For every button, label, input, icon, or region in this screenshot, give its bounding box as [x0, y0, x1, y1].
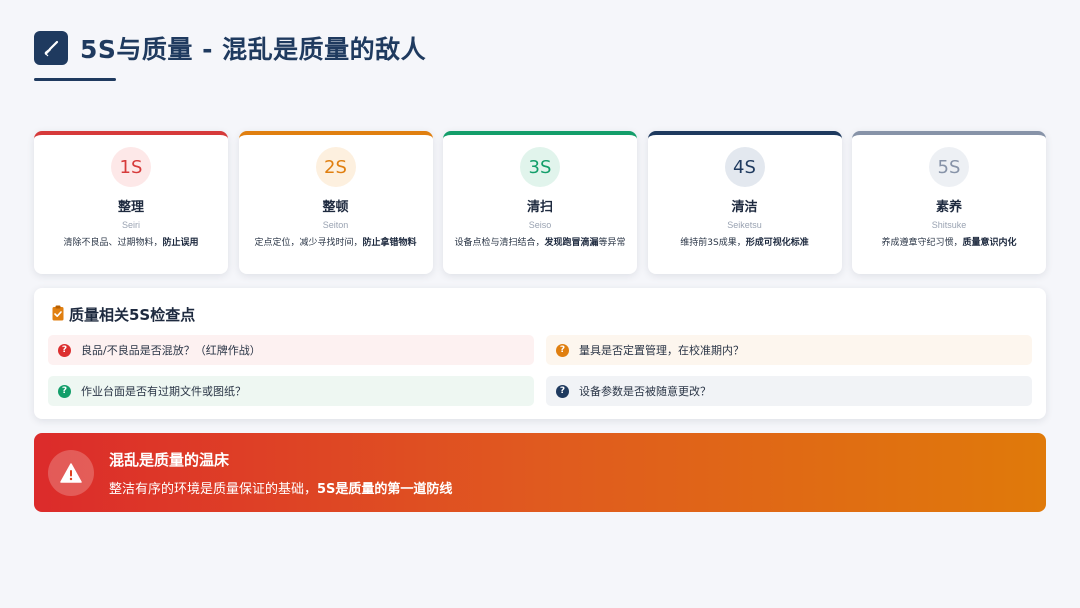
warning-triangle-icon: [48, 449, 94, 496]
card-romaji: Seiso: [528, 220, 552, 230]
page-header: 5S与质量 - 混乱是质量的敌人: [34, 30, 426, 66]
warning-banner: 混乱是质量的温床 整洁有序的环境是质量保证的基础，5S是质量的第一道防线: [34, 433, 1046, 512]
badge-1s: 1S: [111, 147, 151, 187]
badge-2s: 2S: [315, 147, 356, 187]
question-circle-icon: ?: [556, 384, 569, 398]
card-name: 清扫: [526, 200, 553, 215]
checkpoint-title: 质量相关5S检查点: [52, 304, 195, 325]
page-title: 5S与质量 - 混乱是质量的敌人: [80, 35, 427, 64]
card-desc: 定点定位，减少寻找时间，防止拿错物料: [254, 238, 417, 248]
card-name: 整顿: [322, 200, 349, 215]
checkpoint-item: ? 作业台面是否有过期文件或图纸？: [48, 376, 534, 406]
card-romaji: Seiton: [322, 220, 349, 230]
question-circle-icon: ?: [58, 384, 71, 398]
badge-5s: 5S: [929, 147, 969, 187]
question-circle-icon: ?: [556, 343, 569, 357]
five-s-cards: 1S 整理 Seiri 清除不良品、过期物料，防止误用 2S 整顿 Seiton…: [34, 131, 1046, 274]
card-4s: 4S 清洁 Seiketsu 维持前3S成果，形成可视化标准: [647, 131, 842, 274]
badge-3s: 3S: [520, 147, 560, 187]
card-desc: 清除不良品、过期物料，防止误用: [63, 238, 199, 248]
title-underline: [34, 78, 116, 81]
banner-subtitle: 整洁有序的环境是质量保证的基础，5S是质量的第一道防线: [109, 481, 453, 497]
card-romaji: Seiketsu: [727, 220, 762, 230]
card-3s: 3S 清扫 Seiso 设备点检与清扫结合，发现跑冒滴漏等异常: [443, 131, 637, 274]
card-desc: 设备点检与清扫结合，发现跑冒滴漏等异常: [454, 238, 626, 248]
card-romaji: Shitsuke: [931, 220, 967, 230]
card-name: 清洁: [731, 200, 758, 215]
card-romaji: Seiri: [121, 220, 140, 230]
card-name: 整理: [117, 200, 144, 215]
card-name: 素养: [935, 200, 962, 215]
card-1s: 1S 整理 Seiri 清除不良品、过期物料，防止误用: [34, 131, 228, 274]
checkpoint-item: ? 量具是否定置管理，在校准期内？: [546, 335, 1032, 365]
card-desc: 养成遵章守纪习惯，质量意识内化: [881, 238, 1017, 248]
banner-title: 混乱是质量的温床: [109, 450, 230, 469]
question-circle-icon: ?: [58, 343, 71, 357]
card-desc: 维持前3S成果，形成可视化标准: [680, 238, 809, 248]
badge-4s: 4S: [724, 147, 765, 187]
card-2s: 2S 整顿 Seiton 定点定位，减少寻找时间，防止拿错物料: [238, 131, 433, 274]
checkpoint-item: ? 设备参数是否被随意更改？: [546, 376, 1032, 406]
card-5s: 5S 素养 Shitsuke 养成遵章守纪习惯，质量意识内化: [852, 131, 1046, 274]
broom-icon: [34, 31, 68, 65]
checkpoint-panel: 质量相关5S检查点 ? 良品/不良品是否混放？（红牌作战） ? 量具是否定置管理…: [34, 288, 1046, 419]
checkpoint-item: ? 良品/不良品是否混放？（红牌作战）: [48, 335, 534, 365]
banner-text: 混乱是质量的温床 整洁有序的环境是质量保证的基础，5S是质量的第一道防线: [109, 449, 452, 497]
clipboard-check-icon: [52, 305, 64, 325]
